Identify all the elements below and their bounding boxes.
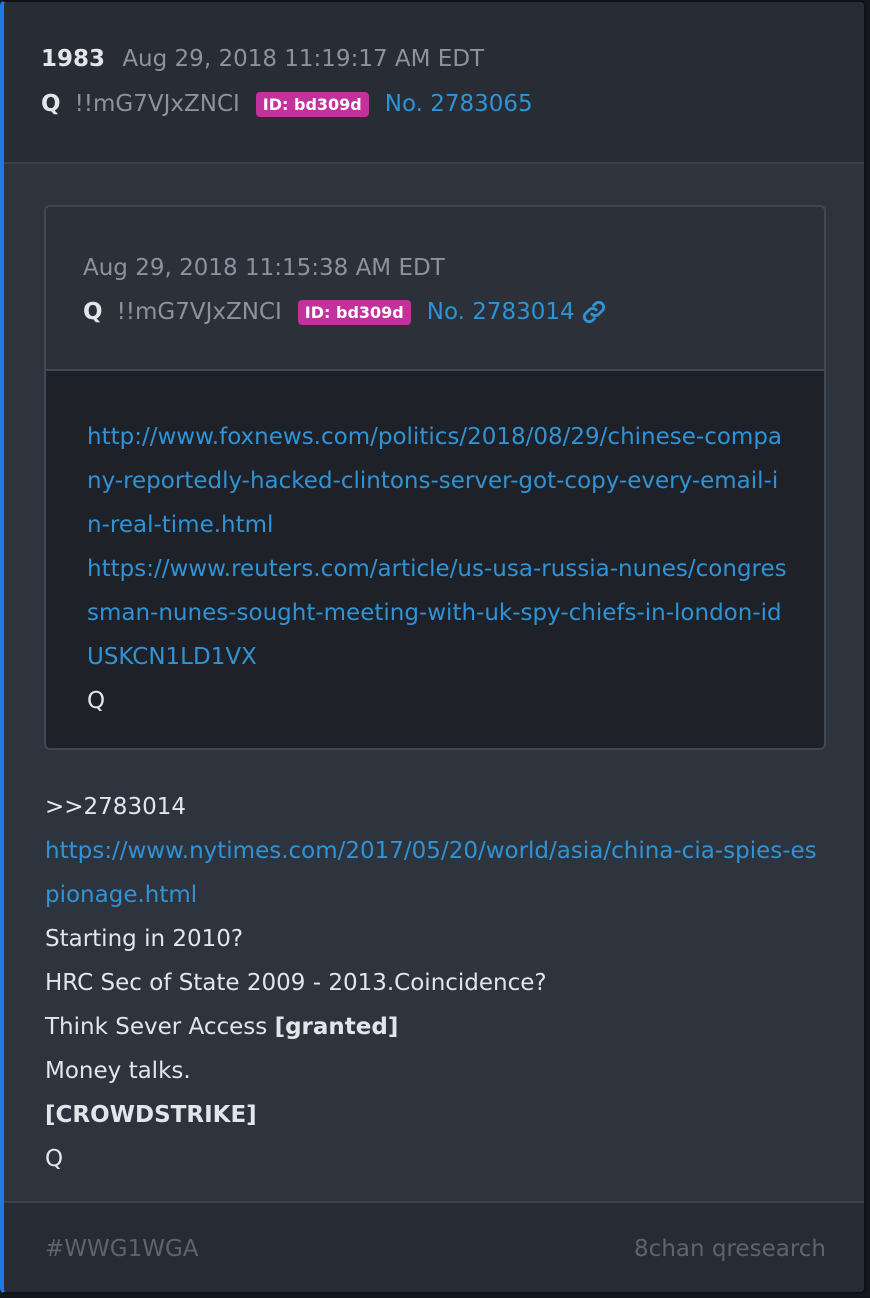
quoted-link-reuters[interactable]: https://www.reuters.com/article/us-usa-r… [87, 547, 787, 679]
quoted-signature: Q [87, 688, 106, 714]
post-number-link[interactable]: No. 2783065 [385, 91, 533, 117]
hashtag: #WWG1WGA [45, 1236, 199, 1262]
post-card: 1983 Aug 29, 2018 11:19:17 AM EDT Q !!mG… [0, 0, 866, 1294]
source-label: 8chan qresearch [634, 1236, 826, 1262]
body-line-4: Money talks. [45, 1058, 191, 1084]
reply-reference[interactable]: >>2783014 [45, 785, 825, 829]
post-footer: #WWG1WGA 8chan qresearch [4, 1201, 864, 1292]
body-line-3: Think Sever Access [granted] [45, 1005, 825, 1049]
body-line-3-text: Think Sever Access [45, 1014, 275, 1040]
post-header: 1983 Aug 29, 2018 11:19:17 AM EDT Q !!mG… [4, 2, 864, 164]
quoted-link-foxnews[interactable]: http://www.foxnews.com/politics/2018/08/… [87, 415, 787, 547]
quoted-tripcode: !!mG7VJxZNCI [116, 299, 282, 325]
id-badge: ID: bd309d [255, 91, 369, 117]
quoted-post-date: Aug 29, 2018 11:15:38 AM EDT [83, 255, 445, 281]
quoted-post-number-link[interactable]: No. 2783014 [427, 299, 575, 325]
body-signature: Q [45, 1146, 64, 1172]
body-line-2: HRC Sec of State 2009 - 2013.Coincidence… [45, 970, 547, 996]
body-line-5: [CROWDSTRIKE] [45, 1102, 257, 1128]
body-line-1: Starting in 2010? [45, 926, 244, 952]
author-name: Q [41, 91, 61, 117]
tripcode: !!mG7VJxZNCI [74, 91, 240, 117]
quoted-id-badge: ID: bd309d [297, 299, 411, 325]
body-line-3-bold: [granted] [274, 1014, 399, 1040]
quoted-post-header: Aug 29, 2018 11:15:38 AM EDT Q !!mG7VJxZ… [46, 207, 824, 371]
post-date: Aug 29, 2018 11:19:17 AM EDT [122, 46, 485, 72]
link-icon[interactable] [581, 299, 607, 325]
post-body: >>2783014 https://www.nytimes.com/2017/0… [45, 785, 825, 1181]
post-meta-row: 1983 Aug 29, 2018 11:19:17 AM EDT [41, 46, 484, 72]
quoted-author-row: Q !!mG7VJxZNCI ID: bd309d No. 2783014 [83, 299, 607, 325]
quoted-post: Aug 29, 2018 11:15:38 AM EDT Q !!mG7VJxZ… [44, 205, 826, 750]
body-link-nytimes[interactable]: https://www.nytimes.com/2017/05/20/world… [45, 829, 825, 917]
post-author-row: Q !!mG7VJxZNCI ID: bd309d No. 2783065 [41, 91, 533, 117]
quoted-post-body: http://www.foxnews.com/politics/2018/08/… [87, 415, 787, 723]
post-number: 1983 [41, 46, 106, 72]
quoted-author-name: Q [83, 299, 103, 325]
